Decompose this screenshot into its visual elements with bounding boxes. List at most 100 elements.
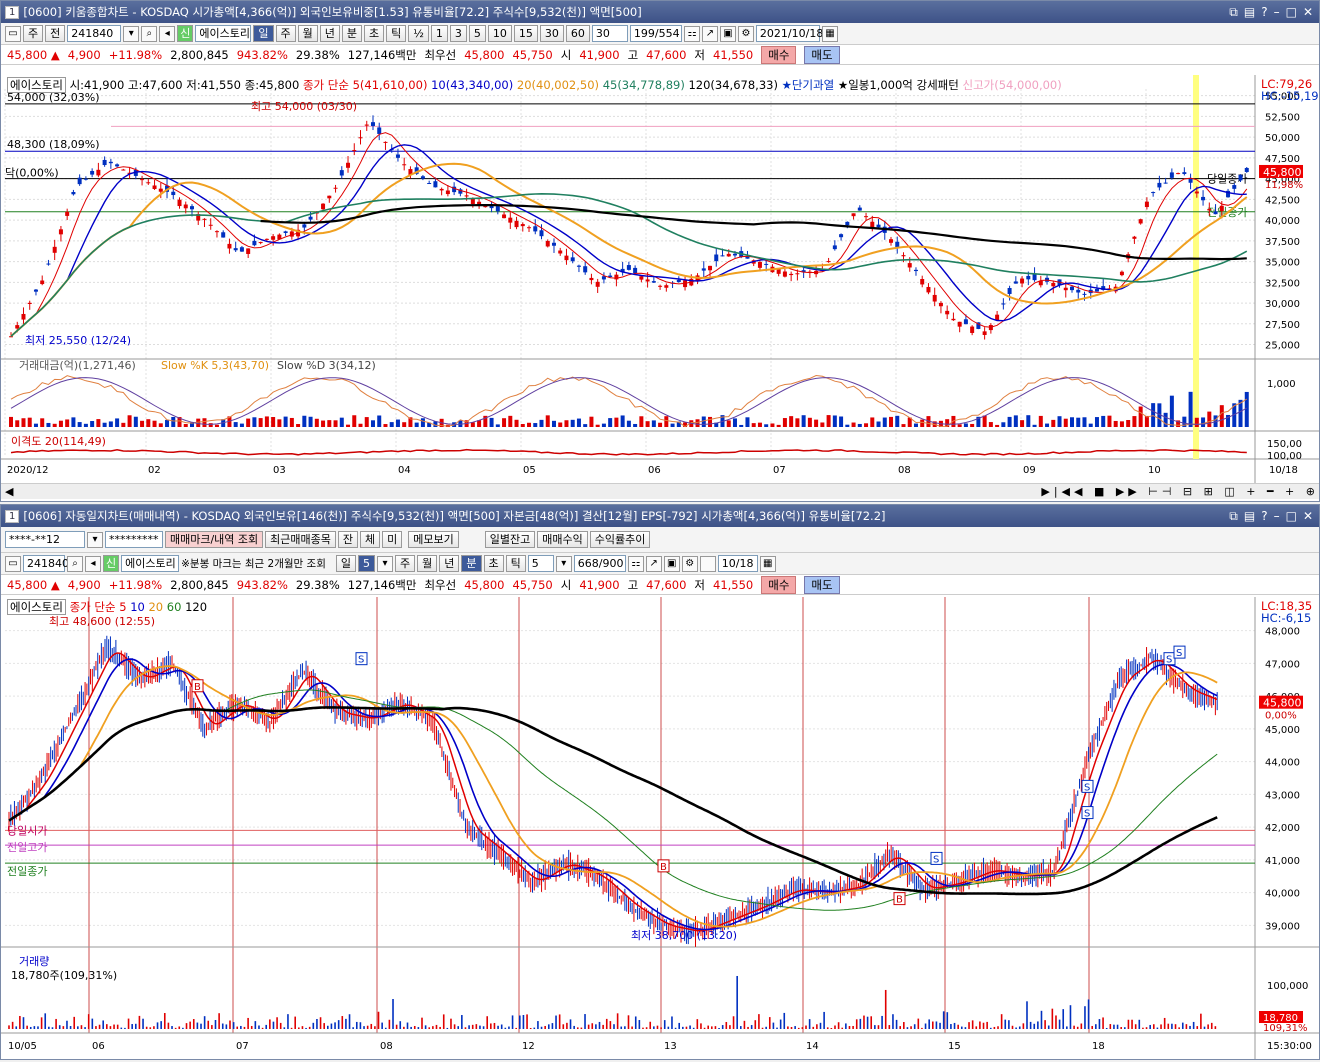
candle-body bbox=[1070, 286, 1075, 291]
menu-icon[interactable]: ▭ bbox=[5, 555, 21, 572]
stock-name[interactable]: 에이스토리 bbox=[195, 25, 252, 42]
volume-bar bbox=[957, 1024, 959, 1029]
memo-button[interactable]: 메모보기 bbox=[408, 531, 459, 548]
day-count[interactable]: 5 bbox=[358, 555, 375, 572]
half-button[interactable]: ½ bbox=[408, 25, 429, 42]
amount-bar bbox=[626, 420, 631, 427]
close-icon[interactable]: ✕ bbox=[1303, 5, 1313, 20]
tab-second[interactable]: 초 bbox=[364, 25, 385, 42]
stock-code-input[interactable]: 241840 bbox=[23, 555, 69, 572]
scroll-left-icon[interactable]: ◀ bbox=[1, 485, 17, 498]
interval-3[interactable]: 3 bbox=[449, 25, 467, 42]
minimize-icon[interactable]: – bbox=[1274, 5, 1280, 20]
chart-tool-icon[interactable]: ⚏ bbox=[683, 25, 700, 42]
chart-tool-icon[interactable]: ⚏ bbox=[627, 555, 644, 572]
mark-query-button[interactable]: 매매마크/내역 조회 bbox=[165, 531, 264, 548]
account-input[interactable]: ****-**12 bbox=[5, 531, 85, 548]
stock-name[interactable]: 에이스토리 bbox=[121, 555, 180, 572]
dropdown-icon[interactable]: ▾ bbox=[377, 555, 393, 572]
sell-button[interactable]: 매도 bbox=[804, 45, 840, 64]
draw-tool-icon[interactable]: ↗ bbox=[645, 555, 662, 572]
amount-bar bbox=[183, 424, 188, 427]
interval-15[interactable]: 15 bbox=[513, 25, 538, 42]
menu-icon[interactable]: ▭ bbox=[5, 25, 21, 42]
daily-chart-canvas[interactable]: 55,00052,50050,00047,50045,00042,50040,0… bbox=[1, 75, 1319, 483]
sell-button[interactable]: 매도 bbox=[804, 575, 840, 594]
close-icon[interactable]: ✕ bbox=[1303, 509, 1313, 524]
minimize-icon[interactable]: – bbox=[1274, 509, 1280, 524]
balance-button[interactable]: 잔 bbox=[337, 531, 359, 548]
tab-tick[interactable]: 틱 bbox=[386, 25, 407, 42]
unfilled-button[interactable]: 미 bbox=[382, 531, 403, 548]
help-icon[interactable]: ? bbox=[1261, 509, 1267, 524]
search-icon[interactable]: ⌕ bbox=[67, 555, 83, 572]
interval-input[interactable]: 30 bbox=[591, 25, 628, 42]
buy-button[interactable]: 매수 bbox=[761, 45, 797, 64]
period-select[interactable]: 주 bbox=[23, 25, 44, 42]
checkbox[interactable] bbox=[699, 555, 716, 572]
save-icon[interactable]: ▣ bbox=[663, 555, 680, 572]
buy-button[interactable]: 매수 bbox=[761, 575, 797, 594]
tab-minute[interactable]: 분 bbox=[461, 555, 482, 572]
draw-tool-icon[interactable]: ↗ bbox=[701, 25, 718, 42]
search-icon[interactable]: ⌕ bbox=[141, 25, 158, 42]
settings-icon[interactable]: ▤ bbox=[1244, 5, 1255, 20]
tab-month[interactable]: 월 bbox=[417, 555, 438, 572]
tab-week[interactable]: 주 bbox=[395, 555, 416, 572]
minute-interval-input[interactable]: 5 bbox=[527, 555, 554, 572]
daily-scrollbar[interactable]: ◀ ▶|◀◀ ■ ▶▶ ⊢⊣ ⊟ ⊞ ◫ + ━ + ⊕ bbox=[1, 483, 1319, 499]
gear-icon[interactable]: ⚙ bbox=[737, 25, 754, 42]
minute-chart-canvas[interactable]: 48,00047,00046,00045,00044,00043,00042,0… bbox=[1, 597, 1319, 1059]
tab-tick[interactable]: 틱 bbox=[505, 555, 526, 572]
calendar-icon[interactable]: ▦ bbox=[821, 25, 838, 42]
candle-body bbox=[152, 185, 157, 189]
minute-chart-area[interactable]: 48,00047,00046,00045,00044,00043,00042,0… bbox=[1, 597, 1319, 1059]
save-icon[interactable]: ▣ bbox=[719, 25, 736, 42]
daily-chart-titlebar[interactable]: 1 [0600] 키움종합차트 - KOSDAQ 시가총액[4,366(억)] … bbox=[1, 1, 1319, 23]
maximize-icon[interactable]: □ bbox=[1286, 5, 1297, 20]
adjust-select[interactable]: 전 bbox=[45, 25, 66, 42]
volume-bar bbox=[1066, 1026, 1068, 1029]
tab-second[interactable]: 초 bbox=[483, 555, 504, 572]
interval-1[interactable]: 1 bbox=[430, 25, 448, 42]
date-input[interactable]: 2021/10/18 bbox=[755, 25, 823, 42]
interval-10[interactable]: 10 bbox=[487, 25, 512, 42]
speaker-icon[interactable]: ◂ bbox=[159, 25, 176, 42]
tab-week[interactable]: 주 bbox=[275, 25, 296, 42]
help-icon[interactable]: ? bbox=[1261, 5, 1267, 20]
speaker-icon[interactable]: ◂ bbox=[85, 555, 101, 572]
recent-trades-button[interactable]: 최근매매종목 bbox=[265, 531, 336, 548]
date-input[interactable]: 10/18 bbox=[717, 555, 758, 572]
daily-chart-area[interactable]: 55,000 52,500 50,000 47,500 45,000 42,500 40,0… bbox=[1, 75, 1319, 483]
gear-icon[interactable]: ⚙ bbox=[681, 555, 698, 572]
restore-icon[interactable]: ⧉ bbox=[1229, 5, 1238, 20]
account-dropdown-icon[interactable]: ▾ bbox=[87, 531, 103, 548]
dropdown-icon[interactable]: ▾ bbox=[555, 555, 572, 572]
tab-year[interactable]: 년 bbox=[439, 555, 460, 572]
restore-icon[interactable]: ⧉ bbox=[1229, 509, 1238, 524]
maximize-icon[interactable]: □ bbox=[1286, 509, 1297, 524]
interval-5[interactable]: 5 bbox=[468, 25, 486, 42]
return-trend-button[interactable]: 수익률추이 bbox=[589, 531, 651, 548]
interval-60[interactable]: 60 bbox=[565, 25, 590, 42]
interval-30[interactable]: 30 bbox=[539, 25, 564, 42]
stock-code-input[interactable]: 241840 bbox=[67, 25, 122, 42]
scroll-controls[interactable]: ▶|◀◀ ■ ▶▶ ⊢⊣ ⊟ ⊞ ◫ + ━ + ⊕ bbox=[1041, 485, 1319, 498]
tab-year[interactable]: 년 bbox=[319, 25, 340, 42]
password-input[interactable]: ********* bbox=[105, 531, 163, 548]
volume-bar bbox=[69, 1026, 72, 1029]
daily-balance-button[interactable]: 일별잔고 bbox=[484, 531, 536, 548]
tab-day[interactable]: 일 bbox=[335, 555, 356, 572]
trade-chart-titlebar[interactable]: 1 [0606] 자동일지차트(매매내역) - KOSDAQ 외국인보유[146… bbox=[1, 505, 1319, 527]
tab-day[interactable]: 일 bbox=[253, 25, 274, 42]
calendar-icon[interactable]: ▦ bbox=[759, 555, 776, 572]
tab-minute[interactable]: 분 bbox=[341, 25, 362, 42]
count-input[interactable]: 668/900 bbox=[573, 555, 626, 572]
trade-profit-button[interactable]: 매매수익 bbox=[537, 531, 588, 548]
volume-bar bbox=[341, 1016, 344, 1029]
dropdown-icon[interactable]: ▾ bbox=[123, 25, 140, 42]
settings-icon[interactable]: ▤ bbox=[1244, 509, 1255, 524]
tab-month[interactable]: 월 bbox=[297, 25, 318, 42]
count-input[interactable]: 199/554 bbox=[629, 25, 682, 42]
filled-button[interactable]: 체 bbox=[360, 531, 381, 548]
